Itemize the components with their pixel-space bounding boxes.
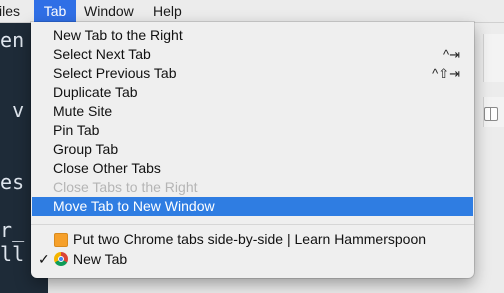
menu-item-group-tab[interactable]: Group Tab	[31, 140, 474, 159]
menu-item-pin-tab[interactable]: Pin Tab	[31, 121, 474, 140]
menu-tab[interactable]: Tab	[34, 0, 76, 22]
shortcut-label: ^⇥	[443, 47, 460, 62]
menu-item-label: Close Other Tabs	[53, 160, 161, 176]
terminal-line: cr_	[0, 218, 25, 242]
menu-item-label: Pin Tab	[53, 122, 100, 138]
tab-menu-dropdown: New Tab to the Right Select Next Tab ^⇥ …	[31, 22, 474, 278]
toolbar-edge	[483, 34, 504, 82]
menu-item-label: Close Tabs to the Right	[53, 179, 198, 195]
menu-files[interactable]: iles	[0, 0, 20, 22]
menu-item-move-tab-to-new-window[interactable]: Move Tab to New Window	[32, 197, 473, 216]
menu-item-mute-site[interactable]: Mute Site	[31, 102, 474, 121]
chrome-icon	[54, 252, 68, 266]
menu-item-label: New Tab to the Right	[53, 27, 183, 43]
menu-item-label: Put two Chrome tabs side-by-side | Learn…	[73, 231, 427, 247]
menu-item-label: Select Next Tab	[53, 46, 151, 62]
menu-item-new-tab-to-right[interactable]: New Tab to the Right	[31, 26, 474, 45]
menu-item-label: New Tab	[73, 251, 128, 267]
menu-item-label: Select Previous Tab	[53, 65, 177, 81]
menu-item-tab-hammerspoon[interactable]: Put two Chrome tabs side-by-side | Learn…	[31, 230, 474, 249]
menu-item-tab-new-tab[interactable]: ✓ New Tab	[31, 250, 474, 269]
menu-item-label: Duplicate Tab	[53, 84, 138, 100]
menu-item-duplicate-tab[interactable]: Duplicate Tab	[31, 83, 474, 102]
menu-item-select-next-tab[interactable]: Select Next Tab ^⇥	[31, 45, 474, 64]
terminal-line: res	[0, 170, 25, 194]
hammerspoon-favicon-icon	[54, 233, 68, 247]
reader-mode-icon[interactable]	[484, 107, 498, 121]
terminal-line: all	[0, 242, 25, 266]
menu-separator	[31, 224, 474, 225]
terminal-line: s v	[0, 98, 25, 122]
terminal-line: en	[0, 28, 25, 52]
menu-window[interactable]: Window	[84, 0, 134, 22]
menu-bar: iles Tab Window Help	[0, 0, 504, 23]
menu-item-label: Move Tab to New Window	[53, 198, 215, 214]
shortcut-label: ^⇧⇥	[432, 66, 460, 81]
menu-item-label: Group Tab	[53, 141, 119, 157]
menu-help[interactable]: Help	[153, 0, 182, 22]
menu-item-close-tabs-to-right: Close Tabs to the Right	[31, 178, 474, 197]
menu-item-label: Mute Site	[53, 103, 113, 119]
menu-item-select-previous-tab[interactable]: Select Previous Tab ^⇧⇥	[31, 64, 474, 83]
menu-item-close-other-tabs[interactable]: Close Other Tabs	[31, 159, 474, 178]
checkmark-icon: ✓	[38, 251, 50, 267]
